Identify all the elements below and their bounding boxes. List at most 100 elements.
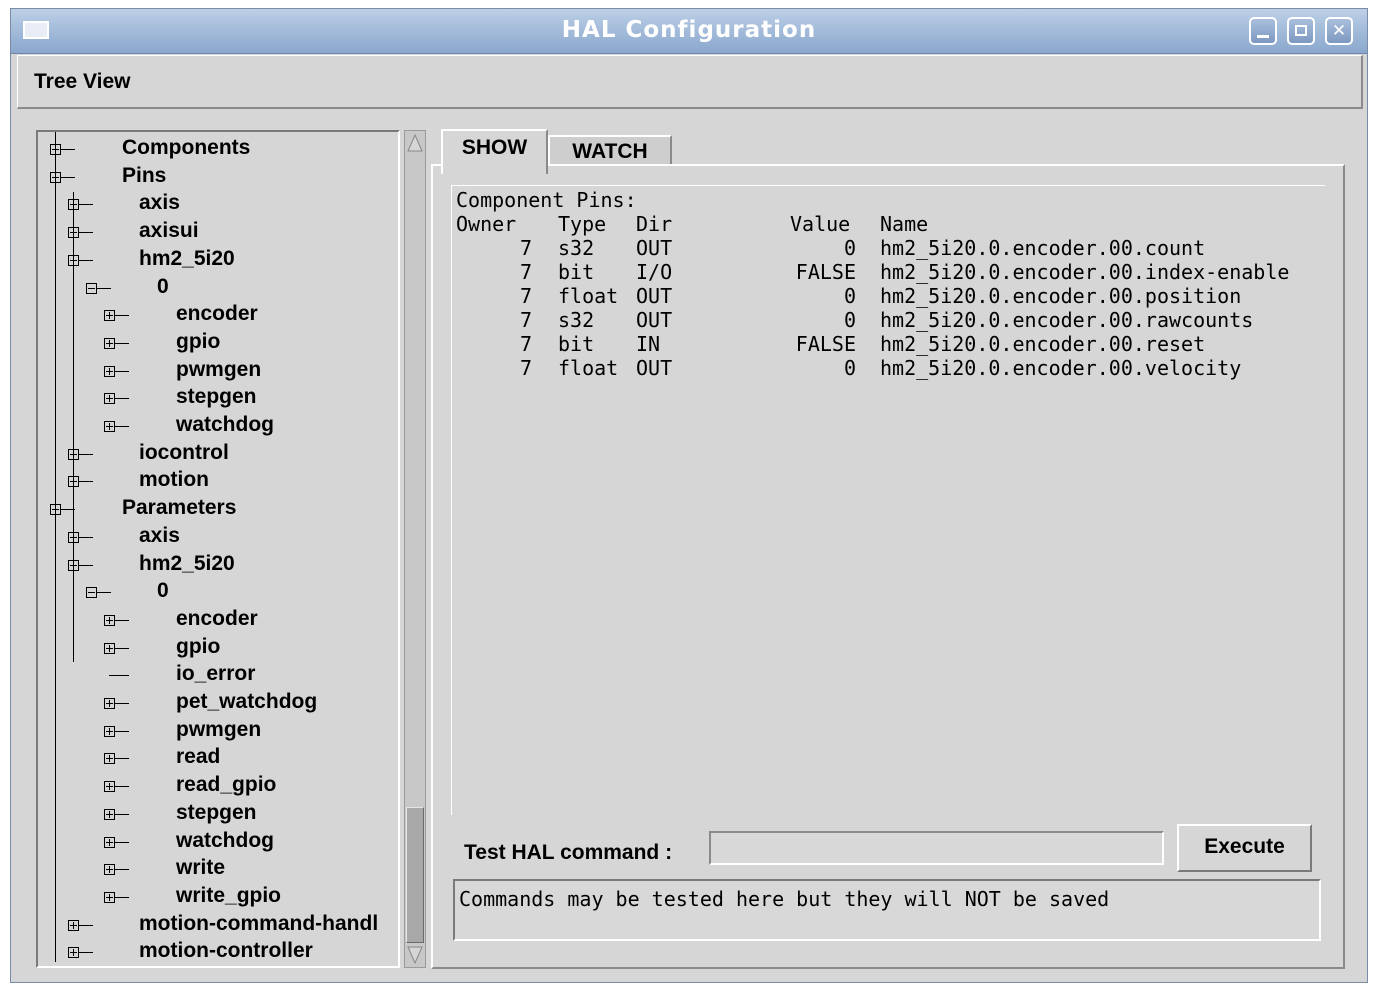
tree-item[interactable]: gpio	[38, 635, 398, 662]
tree-item[interactable]: hm2_5i20	[38, 247, 398, 274]
expand-icon[interactable]	[104, 366, 115, 377]
expand-icon[interactable]	[104, 781, 115, 792]
tree-item-label: Pins	[122, 164, 167, 187]
scroll-up-arrow-icon[interactable]	[406, 132, 424, 154]
tree-item-label: 0	[157, 275, 169, 298]
tree-item[interactable]: motion	[38, 468, 398, 495]
collapse-icon[interactable]	[86, 283, 97, 294]
tree-item-label: gpio	[176, 330, 221, 353]
pin-name: hm2_5i20.0.encoder.00.count	[880, 236, 1206, 260]
collapse-icon[interactable]	[86, 587, 97, 598]
expand-icon[interactable]	[104, 837, 115, 848]
show-output-text[interactable]: Component Pins: Owner Type Dir Value Nam…	[451, 185, 1325, 815]
pin-name: hm2_5i20.0.encoder.00.index-enable	[880, 260, 1290, 284]
tree-item[interactable]: iocontrol	[38, 441, 398, 468]
execute-button[interactable]: Execute	[1177, 824, 1312, 872]
title-bar[interactable]: HAL Configuration ✕	[11, 9, 1367, 54]
expand-icon[interactable]	[104, 310, 115, 321]
tree-item-label: motion-command-handl	[139, 912, 379, 935]
tree-view[interactable]: Components Pins axis axisui hm2_5i20 0 encoder…	[36, 130, 400, 968]
tree-item[interactable]: 0	[38, 579, 398, 606]
tree-item[interactable]: watchdog	[38, 413, 398, 440]
close-icon: ✕	[1331, 21, 1347, 41]
tree-item[interactable]: encoder	[38, 607, 398, 634]
expand-icon[interactable]	[104, 753, 115, 764]
tree-item-label: gpio	[176, 635, 221, 658]
expand-icon[interactable]	[104, 864, 115, 875]
pin-owner: 7	[519, 260, 532, 284]
tree-item[interactable]: Components	[38, 136, 398, 163]
tree-item[interactable]: pwmgen	[38, 358, 398, 385]
expand-icon[interactable]	[68, 920, 79, 931]
scrollbar-thumb[interactable]	[406, 807, 424, 943]
pin-name: hm2_5i20.0.encoder.00.position	[880, 284, 1242, 308]
tree-item[interactable]: axisui	[38, 219, 398, 246]
tree-item[interactable]: write_gpio	[38, 884, 398, 911]
tree-item[interactable]: 0	[38, 275, 398, 302]
pin-owner: 7	[519, 284, 532, 308]
tree-item[interactable]: read	[38, 745, 398, 772]
tree-item[interactable]: axis	[38, 524, 398, 551]
header-owner: Owner	[456, 212, 517, 236]
pin-type: bit	[558, 260, 595, 284]
tree-item-label: stepgen	[176, 801, 257, 824]
close-button[interactable]: ✕	[1325, 17, 1353, 45]
tree-item[interactable]: read_gpio	[38, 773, 398, 800]
expand-icon[interactable]	[104, 698, 115, 709]
tree-guide-line	[55, 132, 56, 962]
expand-icon[interactable]	[104, 338, 115, 349]
tree-item-label: pet_watchdog	[176, 690, 318, 713]
expand-icon[interactable]	[104, 615, 115, 626]
tree-item[interactable]: Pins	[38, 164, 398, 191]
tree-item-label: axis	[139, 524, 180, 547]
tree-item[interactable]: gpio	[38, 330, 398, 357]
header-dir: Dir	[636, 212, 673, 236]
tree-item-label: read	[176, 745, 221, 768]
expand-icon[interactable]	[104, 809, 115, 820]
command-output[interactable]: Commands may be tested here but they wil…	[453, 879, 1321, 941]
tree-item[interactable]: stepgen	[38, 385, 398, 412]
tree-item[interactable]: io_error	[38, 662, 398, 689]
tree-item[interactable]: stepgen	[38, 801, 398, 828]
tree-item-label: Components	[122, 136, 251, 159]
tree-item[interactable]: watchdog	[38, 829, 398, 856]
tree-item[interactable]: axis	[38, 191, 398, 218]
menu-tree-view[interactable]: Tree View	[34, 70, 131, 94]
hal-command-input[interactable]	[709, 831, 1164, 865]
tree-item-label: watchdog	[176, 413, 274, 436]
pin-type: float	[558, 356, 619, 380]
minimize-button[interactable]	[1249, 17, 1277, 45]
tree-item-label: motion	[139, 468, 209, 491]
scroll-down-arrow-icon[interactable]	[406, 944, 424, 966]
tree-item[interactable]: pwmgen	[38, 718, 398, 745]
tree-item[interactable]: hm2_5i20	[38, 552, 398, 579]
tree-item-label: pwmgen	[176, 358, 262, 381]
tab-show[interactable]: SHOW	[441, 129, 548, 174]
component-pins-heading: Component Pins:	[456, 188, 637, 212]
tree-item[interactable]: write	[38, 856, 398, 883]
tree-item[interactable]: encoder	[38, 302, 398, 329]
pin-owner: 7	[519, 356, 532, 380]
expand-icon[interactable]	[104, 393, 115, 404]
pin-name: hm2_5i20.0.encoder.00.reset	[880, 332, 1206, 356]
tree-item-label: write_gpio	[176, 884, 282, 907]
expand-icon[interactable]	[104, 643, 115, 654]
expand-icon[interactable]	[104, 726, 115, 737]
tab-watch[interactable]: WATCH	[548, 135, 672, 165]
test-hal-command-label: Test HAL command :	[464, 841, 673, 864]
header-name: Name	[880, 212, 929, 236]
tree-item[interactable]: pet_watchdog	[38, 690, 398, 717]
expand-icon[interactable]	[68, 947, 79, 958]
tree-item[interactable]: Parameters	[38, 496, 398, 523]
tree-scrollbar[interactable]	[404, 130, 426, 968]
expand-icon[interactable]	[104, 421, 115, 432]
tree-item-label: axisui	[139, 219, 199, 242]
maximize-button[interactable]	[1287, 17, 1315, 45]
tree-item[interactable]: motion-command-handl	[38, 912, 398, 939]
tree-item-label: pwmgen	[176, 718, 262, 741]
tree-item[interactable]: motion-controller	[38, 939, 398, 966]
pin-owner: 7	[519, 332, 532, 356]
pin-value: FALSE	[795, 260, 856, 284]
expand-icon[interactable]	[104, 892, 115, 903]
pin-name: hm2_5i20.0.encoder.00.velocity	[880, 356, 1242, 380]
